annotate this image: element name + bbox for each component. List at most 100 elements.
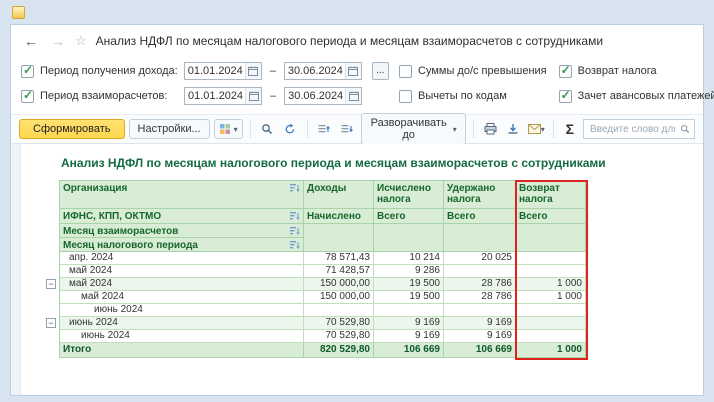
row-label: май 2024 [81, 291, 125, 302]
excess-sums-checkbox[interactable] [399, 64, 412, 78]
calendar-icon[interactable] [244, 63, 261, 79]
row-label-cell: май 2024 [60, 291, 304, 304]
income-period-to-input[interactable]: 30.06.2024 [285, 65, 345, 77]
group-collapse-button[interactable]: − [46, 279, 56, 289]
report-content: Анализ НДФЛ по месяцам налогового период… [46, 144, 703, 395]
cell-calculated-tax: 9 169 [374, 330, 444, 343]
toolbar-separator [249, 120, 251, 138]
forward-icon[interactable]: → [48, 32, 68, 50]
table-group-row: − май 2024 150 000,00 19 500 28 786 1 00… [46, 278, 586, 291]
search-icon [680, 124, 690, 134]
table-row: май 2024 71 428,57 9 286 [60, 265, 586, 278]
expand-groups-icon[interactable] [338, 119, 357, 139]
toolbar-separator [306, 120, 308, 138]
search-icon[interactable] [258, 119, 277, 139]
calendar-icon[interactable] [345, 88, 362, 104]
income-period-row: Период получения дохода: 01.01.2024 – 30… [21, 61, 389, 81]
cell-income: 150 000,00 [304, 291, 374, 304]
cell-withheld-tax: 9 169 [444, 330, 516, 343]
header-filler-cell [374, 224, 444, 252]
sort-icon[interactable] [290, 212, 300, 223]
header-subcell-income: Начислено [304, 209, 374, 224]
header-filler-cell [304, 224, 374, 252]
search-input[interactable] [588, 122, 678, 136]
save-icon[interactable] [504, 119, 523, 139]
settlement-period-from-input[interactable]: 01.01.2024 [185, 90, 245, 102]
row-label: июнь 2024 [81, 330, 130, 341]
email-icon[interactable]: ▾ [527, 119, 546, 139]
row-label: апр. 2024 [69, 252, 114, 263]
favorite-star-icon[interactable]: ☆ [75, 33, 87, 49]
header-cell-calculated-tax: Исчислено налога [374, 181, 444, 209]
total-label-cell: Итого [60, 343, 304, 358]
income-period-to-field: 30.06.2024 [283, 62, 362, 80]
sort-icon[interactable] [290, 241, 300, 251]
row-label-cell: − май 2024 [46, 278, 304, 291]
row-label-cell: июнь 2024 [60, 330, 304, 343]
refresh-icon[interactable] [281, 119, 300, 139]
calendar-icon[interactable] [344, 63, 361, 79]
header-cell-income: Доходы [304, 181, 374, 209]
chevron-down-icon: ▾ [233, 124, 238, 134]
header-cell-ifns: ИФНС, КПП, ОКТМО [60, 209, 304, 224]
total-cell-income: 820 529,80 [304, 343, 374, 358]
income-period-checkbox[interactable] [21, 63, 34, 78]
header-label: Месяц налогового периода [63, 240, 198, 251]
filter-panel: Период получения дохода: 01.01.2024 – 30… [11, 57, 714, 114]
collapse-groups-icon[interactable] [314, 119, 333, 139]
cell-tax-return: 1 000 [516, 278, 586, 291]
settlement-period-to-input[interactable]: 30.06.2024 [285, 90, 345, 102]
cell-tax-return [516, 252, 586, 265]
advance-offset-checkbox[interactable] [558, 88, 572, 103]
print-icon[interactable] [481, 119, 500, 139]
cell-calculated-tax: 10 214 [374, 252, 444, 265]
settlement-period-from-field: 01.01.2024 [184, 87, 262, 105]
header-label: Организация [63, 183, 128, 194]
autosum-button[interactable]: Σ [561, 121, 579, 137]
cell-withheld-tax [444, 304, 516, 317]
table-row: июнь 2024 [60, 304, 586, 317]
report-left-strip [11, 144, 21, 395]
calendar-icon[interactable] [245, 88, 261, 104]
tax-return-checkbox[interactable] [558, 63, 572, 78]
cell-calculated-tax [374, 304, 444, 317]
back-icon[interactable]: ← [21, 32, 41, 50]
cell-tax-return [516, 304, 586, 317]
report-toolbar: Сформировать Настройки... ▾ Разворачиват… [11, 113, 703, 145]
total-cell-tax-return: 1 000 [516, 343, 586, 358]
header-label: ИФНС, КПП, ОКТМО [63, 211, 162, 222]
report-table: Организация ИФНС, КПП, ОКТМО Месяц взаим… [46, 180, 588, 360]
settlement-period-label: Период взаиморасчетов: [40, 90, 168, 102]
period-more-button[interactable]: ... [371, 62, 389, 80]
total-cell-calculated-tax: 106 669 [374, 343, 444, 358]
header-subcell-calculated-tax: Всего [374, 209, 444, 224]
date-range-dash: – [269, 65, 276, 77]
generate-button[interactable]: Сформировать [19, 119, 125, 139]
cell-calculated-tax: 19 500 [374, 291, 444, 304]
table-group-row: − июнь 2024 70 529,80 9 169 9 169 [46, 317, 586, 330]
grouping-gutter [21, 144, 51, 395]
sort-icon[interactable] [290, 227, 300, 237]
table-row: июнь 2024 70 529,80 9 169 9 169 [60, 330, 586, 343]
settings-button[interactable]: Настройки... [128, 119, 210, 139]
cell-withheld-tax: 28 786 [444, 291, 516, 304]
sort-icon[interactable] [290, 184, 300, 196]
total-cell-withheld-tax: 106 669 [444, 343, 516, 358]
group-collapse-button[interactable]: − [46, 318, 56, 328]
cell-tax-return: 1 000 [516, 291, 586, 304]
report-variants-button[interactable]: ▾ [213, 119, 243, 139]
toolbar-separator [552, 120, 554, 138]
income-period-from-input[interactable]: 01.01.2024 [185, 65, 245, 77]
cell-calculated-tax: 9 286 [374, 265, 444, 278]
settlement-period-checkbox[interactable] [21, 88, 34, 103]
date-range-dash: – [270, 90, 277, 102]
income-period-label: Период получения дохода: [40, 65, 178, 77]
cell-withheld-tax: 20 025 [444, 252, 516, 265]
header-subcell-tax-return: Всего [516, 209, 586, 224]
deductions-by-codes-checkbox[interactable] [399, 89, 412, 103]
cell-tax-return [516, 330, 586, 343]
header-cell-tax-return: Возврат налога [516, 181, 586, 209]
expand-to-button[interactable]: Разворачивать до ▾ [360, 113, 466, 145]
page-title: Анализ НДФЛ по месяцам налогового период… [95, 34, 604, 48]
table-row: апр. 2024 78 571,43 10 214 20 025 [60, 252, 586, 265]
